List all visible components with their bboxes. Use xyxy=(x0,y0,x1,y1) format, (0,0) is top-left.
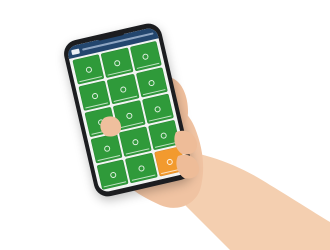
status-tile[interactable] xyxy=(107,73,140,105)
status-icon xyxy=(142,52,150,60)
status-tile[interactable] xyxy=(135,67,168,98)
status-tile[interactable] xyxy=(141,93,174,125)
status-tile[interactable] xyxy=(84,106,117,138)
status-tile[interactable] xyxy=(96,159,129,190)
tile-label-line xyxy=(132,174,156,181)
status-tile[interactable] xyxy=(147,119,181,151)
status-icon xyxy=(160,131,168,139)
status-icon xyxy=(125,111,133,119)
status-tile[interactable] xyxy=(78,80,111,111)
status-icon xyxy=(148,78,156,87)
tile-label-line xyxy=(103,181,127,188)
status-icon xyxy=(113,59,121,67)
status-icon xyxy=(103,144,111,152)
status-tile[interactable] xyxy=(90,133,123,164)
status-tile[interactable] xyxy=(125,152,158,184)
status-icon xyxy=(84,65,93,73)
status-tile[interactable] xyxy=(119,126,152,157)
tile-label-line xyxy=(160,168,184,175)
status-icon xyxy=(137,164,145,172)
app-logo-icon xyxy=(70,47,80,55)
status-tile[interactable] xyxy=(129,40,162,72)
status-icon xyxy=(109,170,117,179)
status-tile[interactable] xyxy=(72,54,105,85)
status-icon xyxy=(90,92,99,100)
status-icon xyxy=(119,85,127,93)
status-icon xyxy=(131,138,139,146)
status-icon xyxy=(154,105,162,113)
status-tile[interactable] xyxy=(113,100,146,131)
status-tile[interactable] xyxy=(100,47,134,78)
status-icon xyxy=(166,157,174,165)
status-icon xyxy=(97,118,105,126)
status-tile-warning[interactable] xyxy=(153,146,187,177)
